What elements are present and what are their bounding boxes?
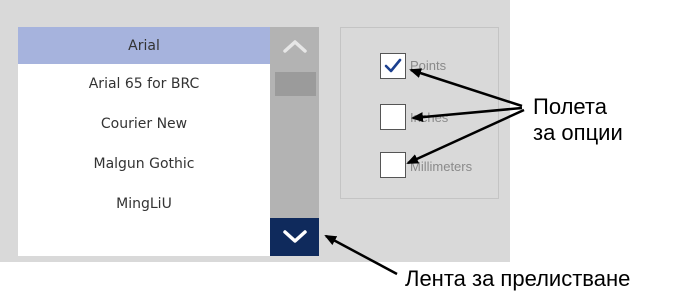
arrow-to-inches-checkbox	[411, 106, 523, 123]
option-fields-callout: Полета за опции	[533, 94, 623, 146]
scrollbar-callout: Лента за прелистване	[405, 266, 631, 291]
callout-arrows	[324, 68, 525, 276]
option-fields-callout-line2: за опции	[533, 120, 623, 145]
arrow-to-points-checkbox	[409, 68, 523, 108]
option-fields-callout-line1: Полета	[533, 94, 607, 119]
arrow-to-scroll-down-button	[324, 234, 398, 276]
